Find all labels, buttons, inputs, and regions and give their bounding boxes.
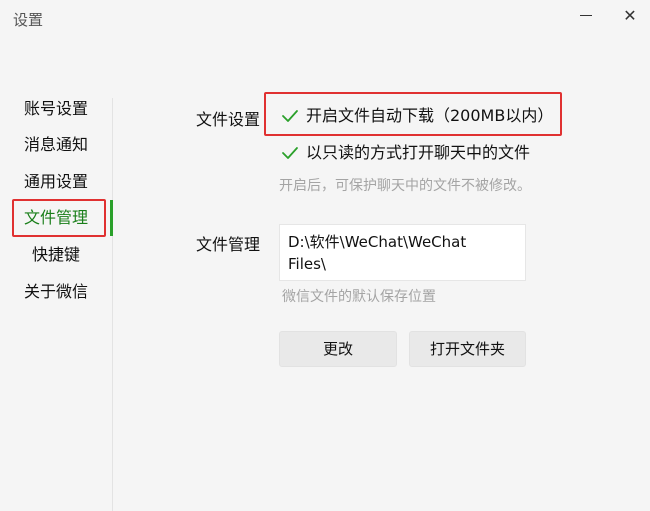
settings-window: 设置 ✕ 账号设置 消息通知 通用设置 文件管理 快捷键 关于微信 文件设置 开… xyxy=(0,0,650,511)
minimize-icon[interactable] xyxy=(577,6,597,26)
sidebar-item-label: 消息通知 xyxy=(24,135,89,154)
sidebar-item-label: 快捷键 xyxy=(32,245,81,264)
checkmark-icon xyxy=(282,110,298,122)
sidebar-item-about[interactable]: 关于微信 xyxy=(0,275,112,309)
sidebar-item-general[interactable]: 通用设置 xyxy=(0,165,112,199)
path-hint: 微信文件的默认保存位置 xyxy=(282,289,436,305)
sidebar-item-notifications[interactable]: 消息通知 xyxy=(0,128,112,162)
sidebar-item-account[interactable]: 账号设置 xyxy=(0,92,112,126)
title-bar: 设置 ✕ xyxy=(0,0,650,36)
auto-download-label: 开启文件自动下载（200MB以内） xyxy=(306,106,554,125)
window-title: 设置 xyxy=(13,11,44,29)
open-folder-button[interactable]: 打开文件夹 xyxy=(409,331,526,367)
sidebar-item-label: 关于微信 xyxy=(24,282,89,301)
file-path-display: D:\软件\WeChat\WeChat Files\ xyxy=(279,224,526,281)
file-management-label: 文件管理 xyxy=(196,235,261,254)
readonly-hint: 开启后，可保护聊天中的文件不被修改。 xyxy=(279,178,531,194)
file-settings-label: 文件设置 xyxy=(196,110,261,129)
sidebar-item-label: 通用设置 xyxy=(24,172,89,191)
checkmark-icon xyxy=(282,147,298,159)
sidebar-item-label: 账号设置 xyxy=(24,99,89,118)
close-icon[interactable]: ✕ xyxy=(620,6,640,26)
readonly-open-label: 以只读的方式打开聊天中的文件 xyxy=(306,143,531,162)
sidebar-item-shortcuts[interactable]: 快捷键 xyxy=(0,238,112,272)
sidebar-divider xyxy=(112,98,113,511)
sidebar-item-label: 文件管理 xyxy=(24,208,89,227)
sidebar-active-indicator xyxy=(110,200,113,236)
sidebar-item-file-management[interactable]: 文件管理 xyxy=(0,201,112,235)
change-button[interactable]: 更改 xyxy=(279,331,397,367)
